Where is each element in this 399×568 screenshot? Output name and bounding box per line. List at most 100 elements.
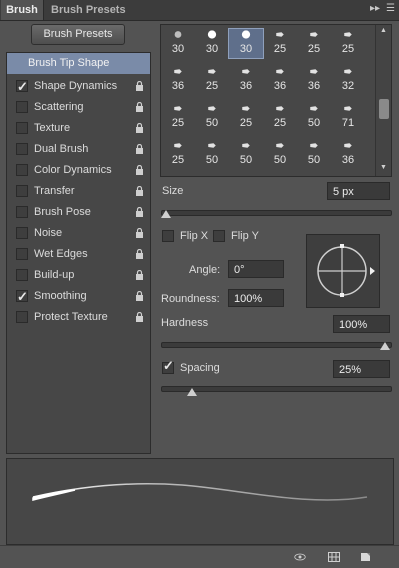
checkbox[interactable]: [16, 311, 28, 323]
brush-tip-cell[interactable]: 50: [297, 103, 331, 132]
brush-tip-size-label: 36: [307, 80, 321, 92]
brush-tip-cell[interactable]: 30: [228, 28, 264, 59]
toggle-live-tip-preview-icon[interactable]: [294, 552, 306, 562]
hardness-slider-knob[interactable]: [380, 342, 390, 350]
brush-tip-cell[interactable]: 25: [161, 103, 195, 132]
lock-icon[interactable]: [135, 207, 144, 217]
checkbox[interactable]: [16, 122, 28, 134]
checkbox[interactable]: [16, 143, 28, 155]
lock-icon[interactable]: [135, 81, 144, 91]
brush-tip-cell[interactable]: 30: [161, 29, 195, 58]
double-arrow-icon[interactable]: ▸▸: [370, 3, 380, 14]
sidebar-item-brush-pose[interactable]: Brush Pose: [7, 202, 150, 223]
spacing-checkbox[interactable]: [162, 358, 174, 374]
brush-tip-cell[interactable]: 50: [195, 103, 229, 132]
size-slider[interactable]: [161, 210, 392, 216]
hardness-field[interactable]: 100%: [333, 315, 390, 333]
lock-icon[interactable]: [135, 270, 144, 280]
angle-roundness-widget[interactable]: [306, 234, 380, 308]
brush-tip-cell[interactable]: 25: [331, 29, 365, 58]
brush-tip-cell[interactable]: 25: [263, 103, 297, 132]
sidebar-item-scattering[interactable]: Scattering: [7, 97, 150, 118]
brush-tip-icon: [310, 69, 318, 74]
brush-tip-icon: [208, 69, 216, 74]
spacing-field[interactable]: 25%: [333, 360, 390, 378]
brush-tip-cell[interactable]: 25: [229, 103, 263, 132]
checkbox[interactable]: [16, 101, 28, 113]
lock-icon[interactable]: [135, 102, 144, 112]
scroll-up-icon[interactable]: ▲: [380, 27, 387, 34]
size-field[interactable]: 5 px: [327, 182, 390, 200]
tip-scrollbar[interactable]: ▲ ▼: [375, 25, 391, 176]
brush-tip-size-label: 50: [205, 117, 219, 129]
checkbox[interactable]: [16, 185, 28, 197]
checkbox[interactable]: [16, 164, 28, 176]
brush-tip-cell[interactable]: 25: [297, 29, 331, 58]
sidebar-item-dual-brush[interactable]: Dual Brush: [7, 139, 150, 160]
brush-tip-cell[interactable]: 36: [263, 66, 297, 95]
angle-field[interactable]: 0°: [228, 260, 284, 278]
spacing-label: Spacing: [180, 362, 220, 374]
brush-tip-cell[interactable]: 71: [331, 103, 365, 132]
brush-tip-cell[interactable]: 50: [263, 140, 297, 169]
checkbox[interactable]: [16, 248, 28, 260]
sidebar-item-protect-texture[interactable]: Protect Texture: [7, 307, 150, 328]
roundness-field[interactable]: 100%: [228, 289, 284, 307]
spacing-slider-knob[interactable]: [187, 388, 198, 396]
lock-icon[interactable]: [135, 186, 144, 196]
flip-y-checkbox[interactable]: [213, 230, 225, 242]
checkbox[interactable]: [16, 286, 28, 307]
sidebar-item-noise[interactable]: Noise: [7, 223, 150, 244]
grid-icon[interactable]: [328, 552, 340, 562]
size-label: Size: [162, 185, 184, 197]
lock-icon[interactable]: [135, 165, 144, 175]
tab-brush[interactable]: Brush: [1, 0, 44, 20]
brush-presets-button[interactable]: Brush Presets: [31, 24, 125, 45]
brush-tip-cell[interactable]: 50: [297, 140, 331, 169]
brush-tip-icon: [242, 69, 250, 74]
checkbox[interactable]: [16, 76, 28, 97]
lock-icon[interactable]: [135, 144, 144, 154]
lock-icon[interactable]: [135, 228, 144, 238]
sidebar-item-shape-dynamics[interactable]: Shape Dynamics: [7, 76, 150, 97]
brush-tip-size-label: 30: [171, 43, 185, 55]
brush-tip-cell[interactable]: 25: [195, 66, 229, 95]
sidebar-item-transfer[interactable]: Transfer: [7, 181, 150, 202]
flip-x-label: Flip X: [180, 230, 209, 242]
lock-icon[interactable]: [135, 291, 144, 301]
scroll-down-icon[interactable]: ▼: [380, 164, 387, 171]
checkbox[interactable]: [16, 206, 28, 218]
scrollbar-thumb[interactable]: [379, 99, 389, 119]
brush-tip-cell[interactable]: 36: [229, 66, 263, 95]
brush-tip-cell[interactable]: 25: [263, 29, 297, 58]
flip-x-checkbox[interactable]: [162, 230, 174, 242]
brush-tip-cell[interactable]: 50: [229, 140, 263, 169]
checkbox[interactable]: [16, 269, 28, 281]
brush-tip-cell[interactable]: 25: [161, 140, 195, 169]
brush-tip-size-label: 71: [341, 117, 355, 129]
sidebar-item-smoothing[interactable]: Smoothing: [7, 286, 150, 307]
tab-brush-presets[interactable]: Brush Presets: [51, 0, 126, 20]
new-preset-icon[interactable]: [360, 552, 372, 562]
hardness-slider[interactable]: [161, 342, 392, 348]
sidebar-item-wet-edges[interactable]: Wet Edges: [7, 244, 150, 265]
brush-tip-size-label: 30: [239, 43, 253, 55]
brush-tip-icon: [242, 106, 250, 111]
checkbox[interactable]: [16, 227, 28, 239]
size-slider-knob[interactable]: [161, 210, 171, 218]
brush-tip-cell[interactable]: 36: [331, 140, 365, 169]
sidebar-item-brush-tip-shape[interactable]: Brush Tip Shape: [7, 53, 150, 74]
brush-tip-cell[interactable]: 50: [195, 140, 229, 169]
lock-icon[interactable]: [135, 123, 144, 133]
brush-tip-size-label: 25: [273, 43, 287, 55]
sidebar-item-texture[interactable]: Texture: [7, 118, 150, 139]
lock-icon[interactable]: [135, 249, 144, 259]
brush-tip-cell[interactable]: 36: [297, 66, 331, 95]
panel-menu-icon[interactable]: ☰: [386, 3, 395, 14]
lock-icon[interactable]: [135, 312, 144, 322]
sidebar-item-color-dynamics[interactable]: Color Dynamics: [7, 160, 150, 181]
brush-tip-cell[interactable]: 30: [195, 29, 229, 58]
sidebar-item-build-up[interactable]: Build-up: [7, 265, 150, 286]
brush-tip-cell[interactable]: 32: [331, 66, 365, 95]
brush-tip-cell[interactable]: 36: [161, 66, 195, 95]
